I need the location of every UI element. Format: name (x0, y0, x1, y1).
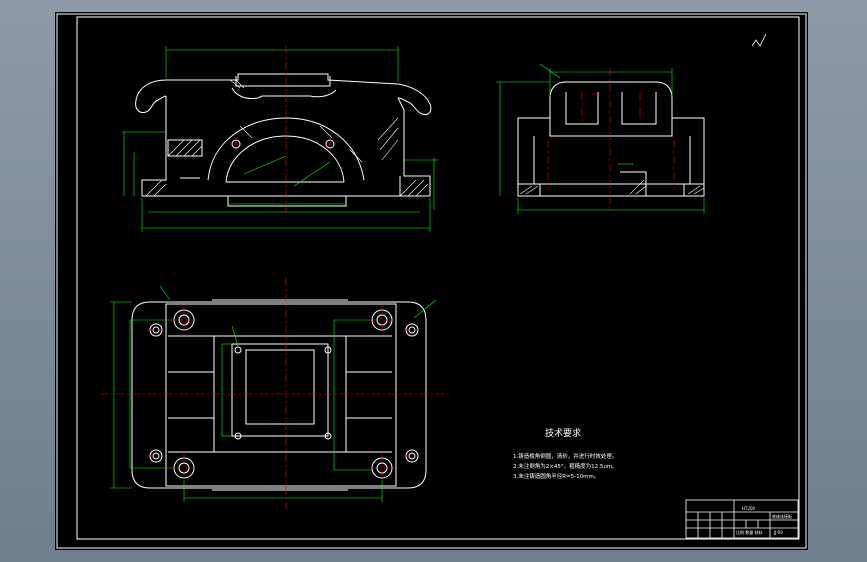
title-block-scale-row: 比例 数量 材料 (736, 529, 763, 535)
tech-requirement-1: 1.铸造棱角倒圆，清砂，并进行时效处理。 (513, 452, 617, 460)
drawing-viewport[interactable]: 技术要求 1.铸造棱角倒圆，清砂，并进行时效处理。 2.未注倒角为2×45°，粗… (55, 12, 808, 550)
side-view-dimensions (496, 63, 705, 214)
side-view-centerlines (547, 68, 675, 212)
cad-drawing-sheet: 技术要求 1.铸造棱角倒圆，清砂，并进行时效处理。 2.未注倒角为2×45°，粗… (56, 13, 807, 549)
inner-frame (76, 16, 800, 540)
title-block-part-name: 底座连接板 (772, 513, 792, 519)
front-view-hatch (145, 79, 429, 197)
tech-requirement-3: 3.未注铸造圆角半径R=5-10mm。 (513, 472, 599, 480)
front-view-centerlines (230, 46, 336, 214)
tech-requirement-2: 2.未注倒角为2×45°，粗糙度为12.5um。 (513, 462, 618, 470)
side-view-hatch (519, 179, 705, 195)
tech-requirements-title: 技术要求 (545, 427, 581, 439)
front-view (135, 73, 432, 207)
roughness-symbol (751, 33, 767, 47)
title-block-material: HT200 (742, 506, 756, 511)
side-view (517, 81, 705, 197)
title-block-drawing-no: JJ-09 (773, 530, 783, 535)
top-view-centerlines (100, 278, 450, 510)
